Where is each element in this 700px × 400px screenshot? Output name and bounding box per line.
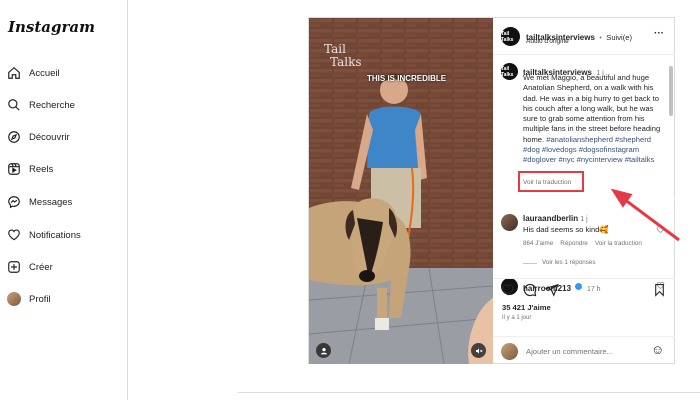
nav-item-creer[interactable]: Créer (7, 256, 53, 278)
nav-item-accueil[interactable]: Accueil (7, 62, 60, 84)
comment-username[interactable]: lauraandberlin (523, 214, 578, 223)
like-count[interactable]: 35 421 J'aime (502, 303, 551, 312)
add-comment-input[interactable] (526, 347, 646, 356)
nav-label: Recherche (29, 99, 75, 111)
reply-link[interactable]: Répondre (560, 240, 588, 247)
comment: lauraandberlin 1 j (523, 214, 588, 225)
more-options-icon[interactable]: ··· (654, 28, 664, 39)
nav-item-profil[interactable]: Profil (7, 288, 51, 310)
nav-label: Créer (29, 261, 53, 273)
home-icon (8, 66, 20, 79)
nav-item-decouvrir[interactable]: Découvrir (7, 126, 70, 148)
dot-separator: • (599, 35, 602, 42)
messenger-icon (8, 196, 20, 209)
scrollbar[interactable] (669, 66, 673, 116)
nav-label: Notifications (29, 229, 81, 241)
speaker-muted-icon (475, 347, 483, 354)
post-header: Tail Talks tailtalksinterviews • Suivi(e… (493, 18, 675, 55)
footer-divider (238, 392, 700, 393)
share-icon[interactable] (545, 283, 559, 297)
profile-avatar (7, 292, 21, 306)
like-icon[interactable] (501, 283, 515, 297)
divider (493, 198, 675, 199)
compass-icon (8, 131, 20, 143)
highlight-box (518, 171, 584, 192)
replies-separator (523, 263, 537, 264)
sidebar: Instagram Accueil Recherche Découvrir Re… (0, 0, 128, 400)
nav-label: Accueil (29, 67, 60, 79)
watermark-line: Talks (330, 55, 362, 69)
comment-likes[interactable]: 864 J'aime (523, 240, 553, 247)
mute-button[interactable] (471, 343, 486, 358)
author-avatar[interactable]: Tail Talks (501, 27, 520, 46)
nav-label: Découvrir (29, 131, 70, 143)
nav-item-recherche[interactable]: Recherche (7, 94, 75, 116)
audio-label[interactable]: Audio d'origine (526, 38, 569, 45)
nav-item-reels[interactable]: Reels (7, 158, 53, 180)
post-modal: Tail Talks THIS IS INCREDIBLE Tail Talks… (308, 17, 675, 364)
current-user-avatar (501, 343, 518, 360)
video-caption-overlay: THIS IS INCREDIBLE (367, 74, 447, 83)
emoji-icon[interactable]: ☺ (651, 342, 664, 357)
like-comment-icon[interactable] (656, 225, 665, 234)
translate-comment-link[interactable]: Voir la traduction (595, 240, 642, 247)
user-icon (320, 347, 327, 354)
search-icon (8, 99, 20, 111)
nav-item-notifications[interactable]: Notifications (7, 224, 81, 246)
post-actions: 35 421 J'aime Il y a 1 jour ☺ (493, 278, 675, 364)
caption-avatar[interactable]: Tail Talks (501, 63, 518, 80)
comment-icon[interactable] (523, 283, 537, 297)
video-frame (309, 18, 493, 364)
caption-body: We met Maggio, a beautiful and huge Anat… (523, 73, 661, 144)
post-side-panel: Tail Talks tailtalksinterviews • Suivi(e… (493, 18, 675, 364)
view-replies-link[interactable]: Voir les 1 réponses (542, 259, 596, 266)
comment-avatar[interactable] (501, 214, 518, 231)
comment-text: His dad seems so kind🥰 (523, 225, 609, 234)
tailtalks-watermark: Tail Talks (324, 43, 362, 69)
comments-area[interactable]: Tail Talks tailtalksinterviews 1 j We me… (493, 55, 675, 274)
instagram-logo[interactable]: Instagram (8, 18, 95, 36)
heart-icon (8, 229, 20, 241)
nav-label: Messages (29, 196, 73, 208)
post-video[interactable]: Tail Talks THIS IS INCREDIBLE (309, 18, 493, 364)
comment-time: 1 j (580, 216, 588, 223)
caption-text: We met Maggio, a beautiful and huge Anat… (523, 73, 666, 166)
comment-meta: 864 J'aime Répondre Voir la traduction (523, 240, 642, 247)
reels-icon (8, 163, 20, 175)
plus-square-icon (8, 261, 20, 273)
nav-label: Profil (29, 293, 51, 305)
tagged-user-button[interactable] (316, 343, 331, 358)
post-time: Il y a 1 jour (502, 315, 532, 321)
add-comment-bar: ☺ (493, 336, 675, 365)
nav-item-messages[interactable]: Messages (7, 191, 72, 213)
follow-status-button[interactable]: Suivi(e) (606, 33, 632, 42)
nav-label: Reels (29, 163, 54, 175)
bookmark-icon[interactable] (653, 283, 666, 297)
